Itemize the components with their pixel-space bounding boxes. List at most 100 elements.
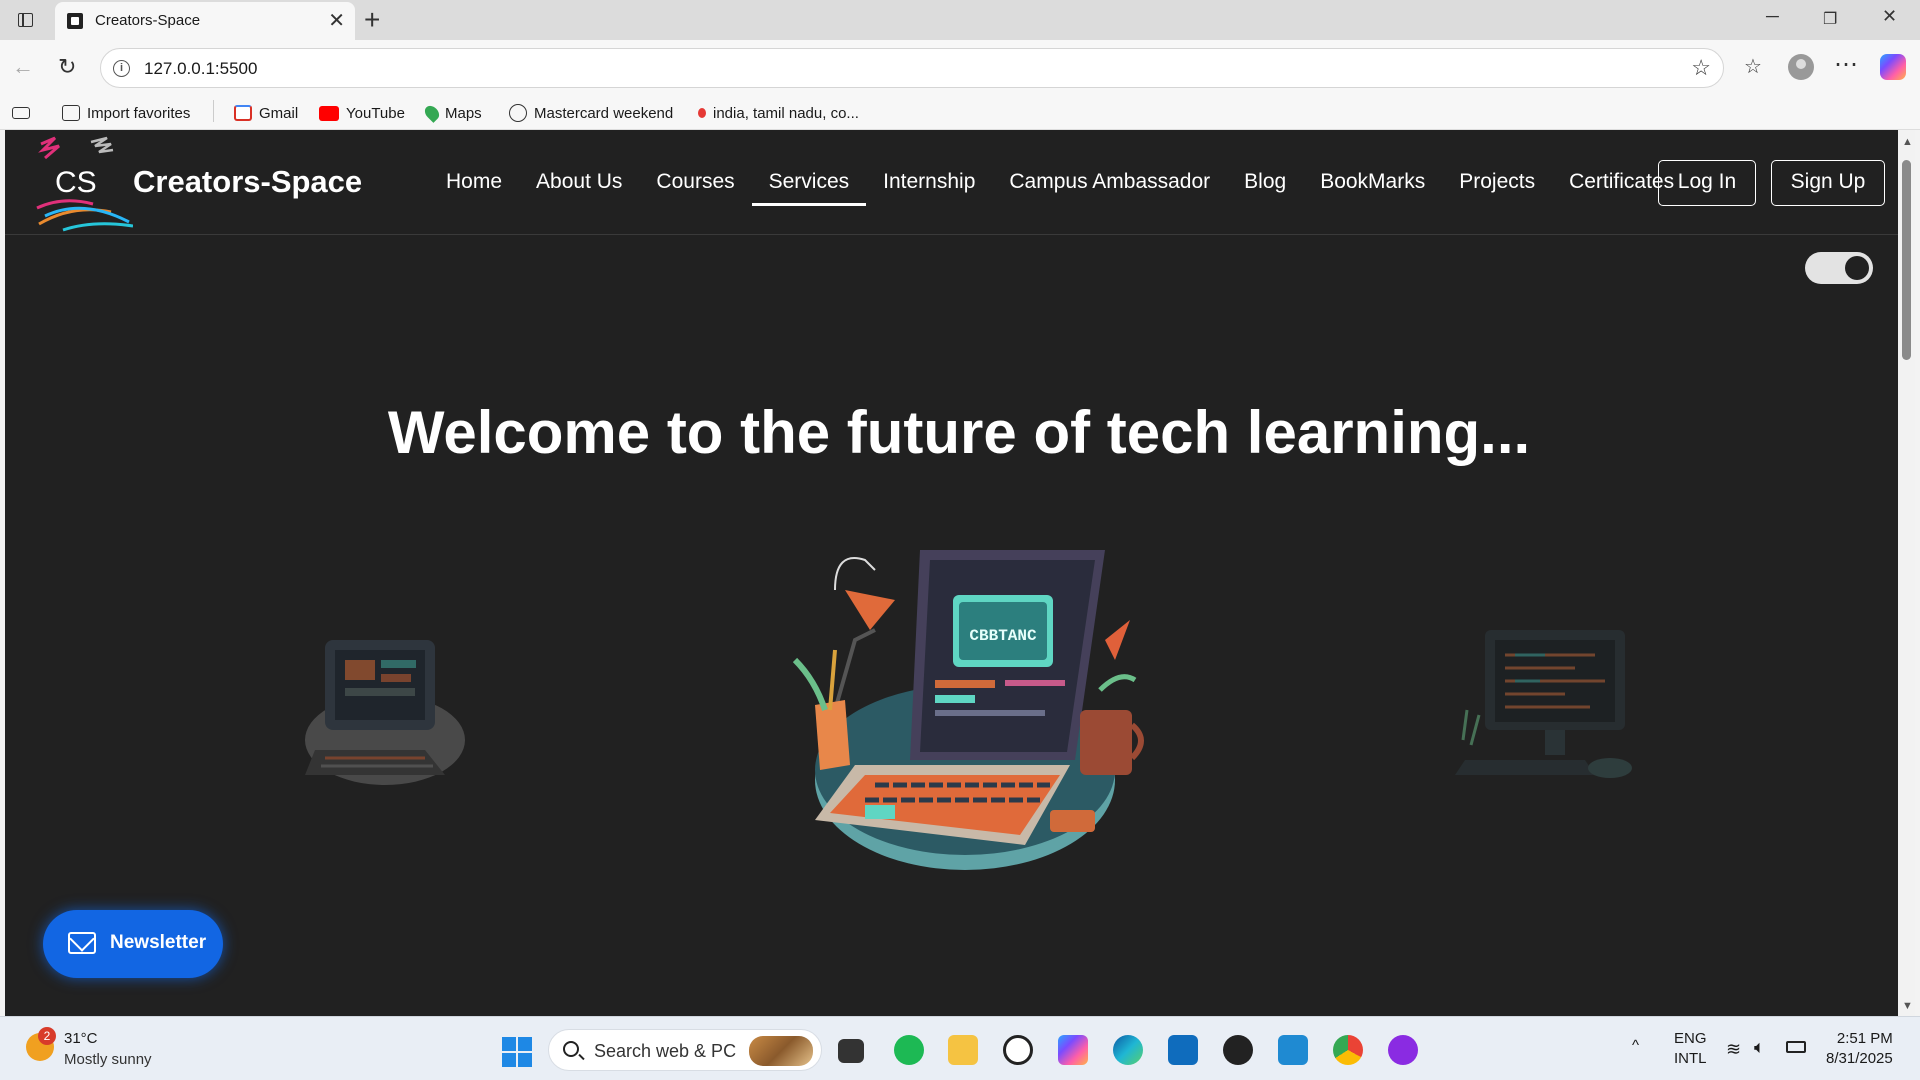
windows-taskbar: 2 31°C Mostly sunny Search web & PC ^ EN… xyxy=(0,1016,1920,1080)
minimize-button[interactable]: ─ xyxy=(1766,6,1779,27)
favorite-mastercard[interactable]: Mastercard weekend xyxy=(509,102,673,124)
start-button[interactable] xyxy=(502,1037,532,1067)
clock-date: 8/31/2025 xyxy=(1826,1050,1893,1067)
scroll-down-arrow-icon[interactable]: ▼ xyxy=(1902,1000,1913,1012)
start-icon-pane xyxy=(502,1037,516,1051)
wifi-icon[interactable]: ≋ xyxy=(1726,1039,1741,1060)
favorite-label: Mastercard weekend xyxy=(534,104,674,122)
location-pin-icon xyxy=(698,108,706,118)
scroll-up-arrow-icon[interactable]: ▲ xyxy=(1902,136,1913,148)
site-info-icon[interactable]: i xyxy=(113,60,130,77)
language-top: ENG xyxy=(1674,1030,1707,1047)
favorite-label: Gmail xyxy=(259,104,299,122)
show-hidden-icons-chevron-icon[interactable]: ^ xyxy=(1632,1037,1639,1054)
theme-toggle-knob xyxy=(1845,256,1869,280)
outlook-icon[interactable] xyxy=(1168,1035,1198,1065)
taskbar-search[interactable]: Search web & PC xyxy=(548,1029,822,1071)
newsletter-label: Newsletter xyxy=(110,932,207,953)
nav-home[interactable]: Home xyxy=(429,170,519,194)
file-explorer-icon[interactable] xyxy=(948,1035,978,1065)
tabs-panel-icon xyxy=(18,13,33,27)
favorite-location[interactable]: india, tamil nadu, co... xyxy=(698,102,859,124)
tab-actions-button[interactable] xyxy=(10,8,40,32)
new-tab-button[interactable]: + xyxy=(364,4,380,36)
restore-button[interactable]: ❐ xyxy=(1823,9,1837,29)
import-icon xyxy=(62,105,80,121)
favorite-label: Maps xyxy=(445,104,482,122)
copilot-app-icon[interactable] xyxy=(1058,1035,1088,1065)
favorite-maps[interactable]: Maps xyxy=(422,102,482,124)
weather-badge: 2 xyxy=(38,1027,56,1045)
logo-text: CS xyxy=(55,166,97,199)
start-icon-pane xyxy=(502,1053,516,1067)
favorite-youtube[interactable]: YouTube xyxy=(319,102,405,124)
favorite-label: YouTube xyxy=(346,104,405,122)
globe-icon xyxy=(509,104,527,122)
newsletter-button[interactable]: Newsletter xyxy=(43,910,223,978)
battery-icon[interactable] xyxy=(1786,1041,1806,1053)
more-options-icon[interactable]: ⋯ xyxy=(1834,50,1858,79)
media-player-icon[interactable] xyxy=(1223,1035,1253,1065)
task-view-icon[interactable] xyxy=(838,1039,864,1063)
start-icon-pane xyxy=(518,1037,532,1051)
mail-icon xyxy=(68,932,96,954)
login-button[interactable]: Log In xyxy=(1658,160,1756,206)
page-viewport: CS Creators-Space Home About Us Courses … xyxy=(5,130,1898,1016)
url-text: 127.0.0.1:5500 xyxy=(144,59,258,78)
favorites-bar-toggle[interactable] xyxy=(12,102,30,124)
nav-bookmarks[interactable]: BookMarks xyxy=(1303,170,1442,194)
weather-temperature[interactable]: 31°C xyxy=(64,1030,98,1047)
nav-about-us[interactable]: About Us xyxy=(519,170,639,194)
laptop-screen-text: CBBTANC xyxy=(969,627,1037,645)
language-bottom: INTL xyxy=(1674,1050,1707,1067)
nav-internship[interactable]: Internship xyxy=(866,170,992,194)
dell-icon[interactable] xyxy=(1003,1035,1033,1065)
theme-toggle[interactable] xyxy=(1805,252,1873,284)
close-tab-icon[interactable]: ✕ xyxy=(328,8,345,33)
chrome-icon[interactable] xyxy=(1333,1035,1363,1065)
nav-campus-ambassador[interactable]: Campus Ambassador xyxy=(992,170,1227,194)
copilot-icon[interactable] xyxy=(1880,54,1906,80)
address-toolbar: ← ↻ i 127.0.0.1:5500 ☆ ☆ ⋯ xyxy=(0,40,1920,96)
vscode-icon[interactable] xyxy=(1278,1035,1308,1065)
github-desktop-icon[interactable] xyxy=(1388,1035,1418,1065)
close-window-button[interactable]: ✕ xyxy=(1882,6,1897,27)
volume-icon[interactable]: 🔈︎ xyxy=(1754,1037,1765,1058)
nav-blog[interactable]: Blog xyxy=(1227,170,1303,194)
favorite-import[interactable]: Import favorites xyxy=(62,102,190,124)
page-scrollbar[interactable]: ▲ ▼ xyxy=(1898,130,1915,1016)
language-indicator[interactable]: ENG INTL xyxy=(1674,1029,1707,1069)
site-favicon-icon xyxy=(67,13,83,29)
favorites-separator xyxy=(213,100,214,122)
gmail-icon xyxy=(234,105,252,121)
scrollbar-thumb[interactable] xyxy=(1902,160,1911,360)
browser-tab-bar: Creators-Space ✕ + ─ ❐ ✕ xyxy=(0,0,1920,40)
nav-projects[interactable]: Projects xyxy=(1442,170,1552,194)
address-bar[interactable]: i 127.0.0.1:5500 ☆ xyxy=(100,48,1724,88)
nav-services[interactable]: Services xyxy=(751,170,867,206)
main-nav: Home About Us Courses Services Internshi… xyxy=(429,170,1691,206)
nav-courses[interactable]: Courses xyxy=(639,170,751,194)
clock-time: 2:51 PM xyxy=(1836,1030,1893,1047)
edge-icon[interactable] xyxy=(1113,1035,1143,1065)
system-clock[interactable]: 2:51 PM 8/31/2025 xyxy=(1826,1029,1893,1069)
favorites-icon[interactable]: ☆ xyxy=(1744,54,1762,79)
spotify-icon[interactable] xyxy=(894,1035,924,1065)
favorites-bar: Import favorites Gmail YouTube Maps Mast… xyxy=(0,96,1920,130)
profile-avatar[interactable] xyxy=(1788,54,1814,80)
back-button[interactable]: ← xyxy=(12,54,34,80)
brand-name[interactable]: Creators-Space xyxy=(133,164,362,200)
start-icon-pane xyxy=(518,1053,532,1067)
favorite-label: india, tamil nadu, co... xyxy=(713,104,859,122)
favorite-star-icon[interactable]: ☆ xyxy=(1691,55,1711,81)
creators-space-logo[interactable]: CS xyxy=(33,134,133,232)
favorite-gmail[interactable]: Gmail xyxy=(234,102,298,124)
search-icon xyxy=(563,1041,579,1057)
refresh-button[interactable]: ↻ xyxy=(58,54,76,80)
desktop-illustration-right xyxy=(1455,630,1632,778)
browser-tab[interactable]: Creators-Space ✕ xyxy=(55,2,355,40)
favorite-label: Import favorites xyxy=(87,104,191,122)
signup-button[interactable]: Sign Up xyxy=(1771,160,1885,206)
maps-icon xyxy=(422,103,442,123)
weather-condition[interactable]: Mostly sunny xyxy=(64,1051,152,1068)
